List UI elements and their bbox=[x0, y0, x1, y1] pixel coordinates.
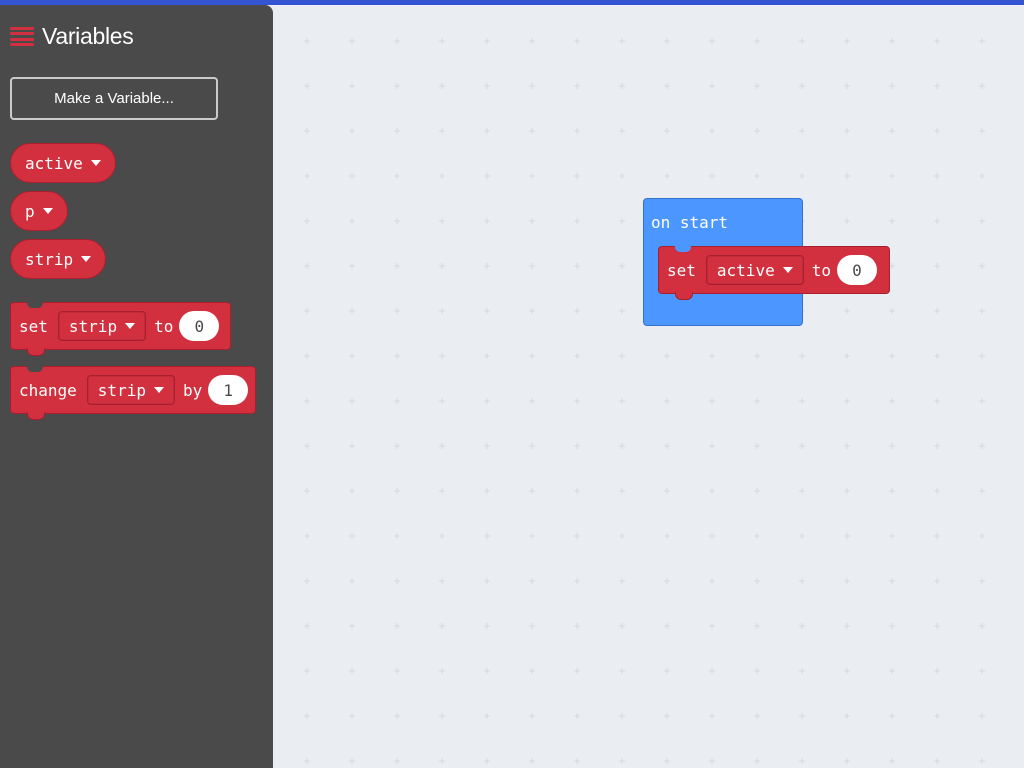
workspace-grid bbox=[273, 5, 1024, 768]
caret-down-icon[interactable] bbox=[81, 256, 92, 262]
variable-dropdown[interactable]: active bbox=[705, 255, 804, 285]
hamburger-menu-icon bbox=[10, 27, 34, 46]
dropdown-value: active bbox=[716, 260, 775, 280]
make-variable-button[interactable]: Make a Variable... bbox=[10, 77, 218, 120]
caret-down-icon bbox=[153, 387, 164, 393]
variable-block-active[interactable]: active bbox=[10, 143, 116, 183]
dropdown-value: strip bbox=[68, 316, 118, 336]
change-variable-block[interactable]: change strip by 1 bbox=[10, 366, 256, 420]
on-start-label: on start bbox=[651, 213, 729, 232]
variable-block-strip[interactable]: strip bbox=[10, 239, 107, 279]
set-keyword: set bbox=[667, 260, 696, 280]
caret-down-icon[interactable] bbox=[42, 208, 53, 214]
to-keyword: to bbox=[154, 316, 174, 336]
variable-block-p[interactable]: p bbox=[10, 191, 68, 231]
set-variable-block[interactable]: set strip to 0 bbox=[10, 302, 231, 356]
variable-name: p bbox=[25, 201, 35, 221]
variable-dropdown[interactable]: strip bbox=[57, 311, 147, 341]
caret-down-icon bbox=[782, 267, 793, 273]
flyout-title: Variables bbox=[42, 23, 134, 49]
variable-dropdown[interactable]: strip bbox=[86, 375, 175, 405]
dropdown-value: strip bbox=[97, 380, 146, 400]
caret-down-icon bbox=[125, 323, 136, 329]
variable-name: active bbox=[25, 153, 83, 173]
by-keyword: by bbox=[182, 380, 203, 400]
blocks-workspace[interactable]: on start set active to 0 bbox=[273, 5, 1024, 768]
flyout-header: Variables bbox=[10, 23, 134, 50]
set-keyword: set bbox=[19, 316, 48, 336]
number-input[interactable]: 0 bbox=[179, 311, 220, 341]
set-variable-block[interactable]: set active to 0 bbox=[658, 246, 890, 300]
to-keyword: to bbox=[811, 260, 831, 280]
number-input[interactable]: 0 bbox=[836, 255, 877, 285]
variable-name: strip bbox=[25, 249, 74, 269]
change-keyword: change bbox=[19, 380, 77, 400]
caret-down-icon[interactable] bbox=[90, 160, 101, 166]
number-input[interactable]: 1 bbox=[208, 375, 249, 405]
toolbox-flyout: Variables Make a Variable... active p st… bbox=[0, 5, 273, 768]
